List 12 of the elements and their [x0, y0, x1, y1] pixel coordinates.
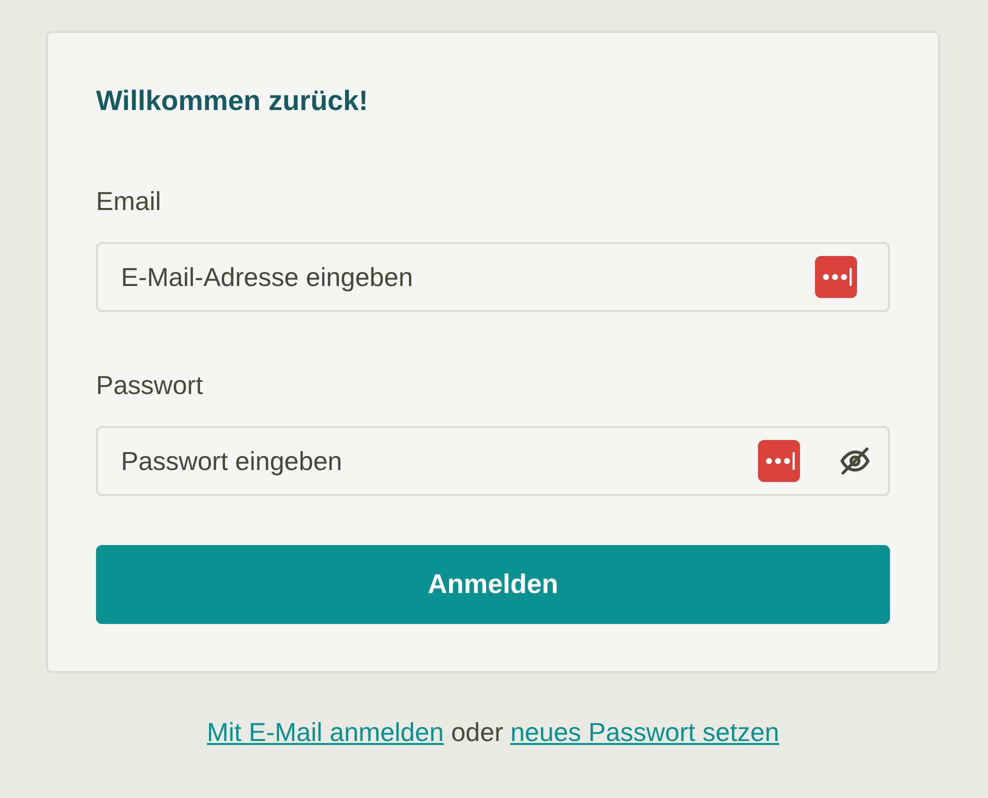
eye-slash-icon[interactable]	[840, 447, 870, 475]
password-field[interactable]: Passwort eingeben	[96, 426, 890, 496]
login-button[interactable]: Anmelden	[96, 545, 890, 624]
password-manager-icon[interactable]	[758, 440, 800, 482]
field-label: Email	[96, 185, 162, 218]
footer-link[interactable]: Mit E-Mail anmelden	[206, 717, 444, 747]
footer-link[interactable]: neues Passwort setzen	[510, 717, 780, 747]
footer-sentence: Mit E-Mail anmelden oder neues Passwort setzen	[206, 716, 780, 749]
field-label: Passwort	[96, 369, 203, 402]
card-title: Willkommen zurück!	[96, 84, 370, 118]
password-manager-icon[interactable]	[815, 256, 857, 298]
email-field[interactable]: E-Mail-Adresse eingeben	[96, 242, 890, 312]
